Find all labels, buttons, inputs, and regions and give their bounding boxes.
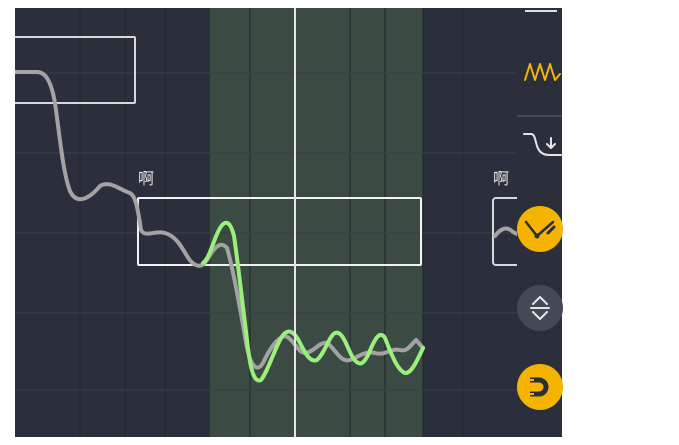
note-lyric: 啊 [493, 169, 510, 188]
original-pitch-curve-next-note [493, 226, 517, 238]
vibrato-wave-icon [524, 63, 561, 81]
magnet-snap-icon [530, 377, 549, 397]
tool-line[interactable] [517, 8, 562, 18]
pitch-editor-canvas[interactable]: 啊 啊 [15, 8, 517, 437]
pitch-tools-toolbar [517, 8, 563, 437]
tool-vibrato[interactable] [517, 50, 562, 94]
tool-magnet-snap[interactable] [517, 364, 563, 410]
pitch-bend-down-icon [523, 133, 562, 156]
timeline-background [15, 8, 210, 437]
tool-transpose[interactable] [517, 285, 563, 331]
tool-pitch-bend[interactable] [517, 126, 562, 170]
selection-region[interactable] [210, 8, 423, 437]
tool-pitch-curve-edit[interactable] [517, 206, 563, 252]
line-icon [525, 10, 557, 12]
pitch-curve-edit-icon [524, 220, 556, 239]
note-lyric: 啊 [138, 169, 155, 188]
toolbar-divider [517, 115, 562, 117]
pitch-editor-graphics [15, 8, 517, 437]
up-down-arrows-icon [530, 296, 550, 320]
